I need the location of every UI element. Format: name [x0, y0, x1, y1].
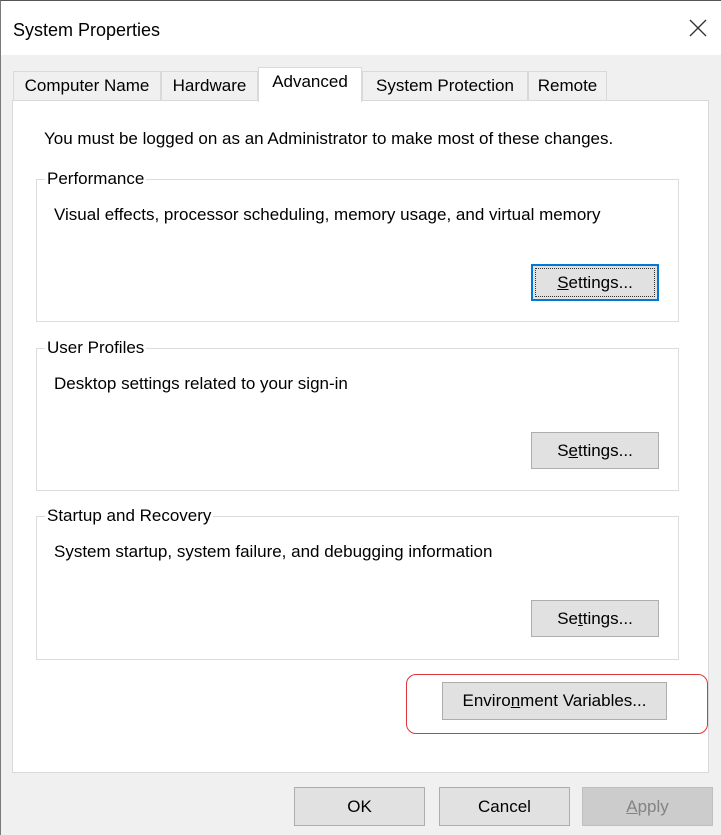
button-label-pre: S — [557, 440, 569, 460]
startup-recovery-settings-button[interactable]: Se t tings... — [531, 600, 659, 637]
tab-hardware[interactable]: Hardware — [161, 71, 258, 101]
user-profiles-group: User Profiles Desktop settings related t… — [36, 338, 679, 491]
group-description: Visual effects, processor scheduling, me… — [54, 205, 601, 224]
button-label-post: tings... — [582, 608, 633, 628]
user-profiles-settings-button[interactable]: Se ttings... — [531, 432, 659, 469]
button-label-post: pply — [637, 796, 669, 816]
cancel-button[interactable]: Cancel — [439, 787, 570, 826]
startup-recovery-group: Startup and Recovery System startup, sys… — [36, 506, 679, 660]
environment-variables-button[interactable]: Enviro n ment Variables... — [442, 682, 667, 720]
system-properties-dialog: System Properties Computer Name Hardware… — [0, 0, 721, 835]
button-mnemonic: e — [568, 440, 578, 460]
group-legend: Startup and Recovery — [45, 506, 214, 526]
button-mnemonic: n — [510, 691, 521, 710]
button-label-post: ttings... — [578, 440, 633, 460]
apply-button[interactable]: Apply — [582, 787, 713, 826]
group-legend: Performance — [45, 169, 147, 189]
title-bar[interactable]: System Properties — [1, 1, 721, 55]
button-label-post: ettings... — [568, 272, 633, 292]
advanced-tab-panel: You must be logged on as an Administrato… — [12, 100, 709, 773]
group-description: System startup, system failure, and debu… — [54, 542, 493, 561]
group-legend: User Profiles — [45, 338, 147, 358]
button-label-pre: Se — [557, 608, 578, 628]
tab-computer-name[interactable]: Computer Name — [13, 71, 161, 101]
close-icon — [689, 19, 707, 37]
tab-system-protection[interactable]: System Protection — [362, 71, 528, 101]
tab-advanced[interactable]: Advanced — [258, 67, 362, 102]
window-title: System Properties — [13, 20, 161, 40]
button-label-pre: Enviro — [462, 691, 511, 710]
button-mnemonic: A — [626, 796, 638, 816]
performance-settings-button[interactable]: Settings... — [531, 264, 659, 301]
close-button[interactable] — [675, 1, 721, 55]
tab-remote[interactable]: Remote — [528, 71, 607, 101]
performance-group: Performance Visual effects, processor sc… — [36, 169, 679, 322]
ok-button[interactable]: OK — [294, 787, 425, 826]
button-mnemonic: S — [557, 272, 569, 292]
group-description: Desktop settings related to your sign-in — [54, 374, 348, 393]
admin-notice: You must be logged on as an Administrato… — [44, 129, 614, 148]
button-label-post: ment Variables... — [520, 691, 647, 710]
